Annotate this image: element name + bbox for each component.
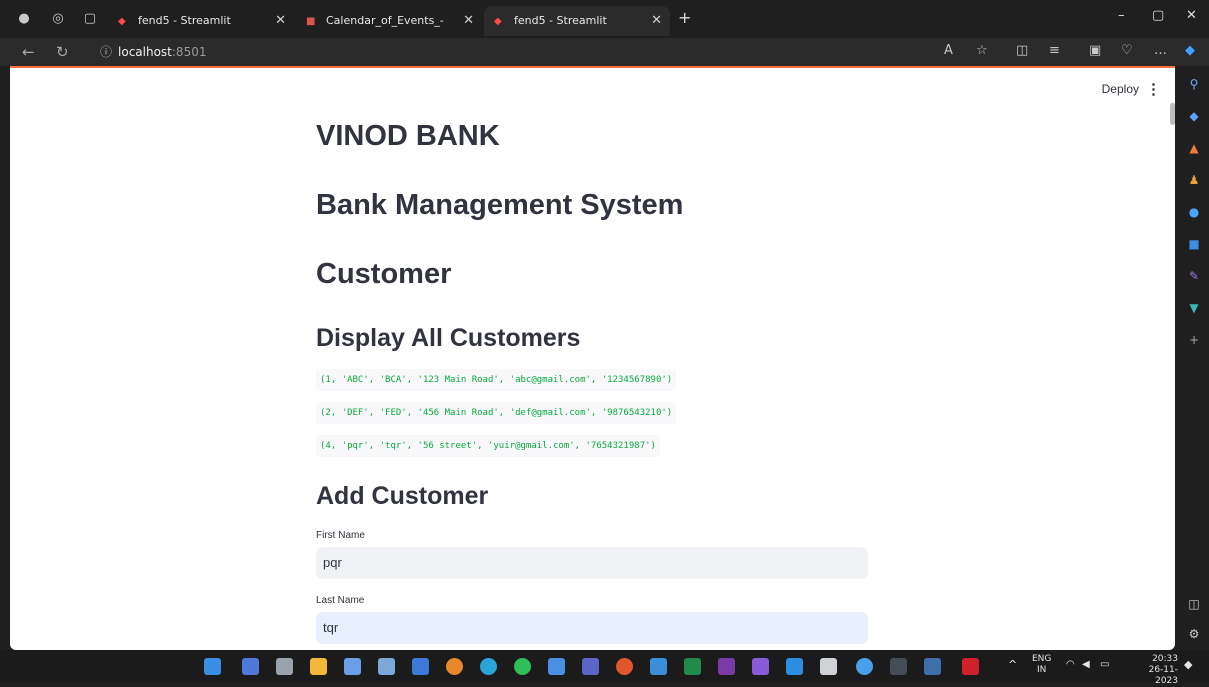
start-icon[interactable] <box>204 658 221 675</box>
games-icon[interactable]: ♟ <box>1186 172 1202 188</box>
sidebar-settings-icon[interactable]: ⚙ <box>1186 626 1202 642</box>
app-icon[interactable] <box>820 658 837 675</box>
favorite-star-icon[interactable]: ☆ <box>976 43 988 58</box>
streamlit-icon: ◆ <box>494 16 502 27</box>
app-icon[interactable] <box>344 658 361 675</box>
app-icon[interactable] <box>412 658 429 675</box>
customer-record: (2, 'DEF', 'FED', '456 Main Road', 'def@… <box>316 402 677 424</box>
close-window-icon[interactable]: ✕ <box>1186 8 1197 23</box>
app-icon[interactable] <box>276 658 293 675</box>
customer-record: (1, 'ABC', 'BCA', '123 Main Road', 'abc@… <box>316 369 677 391</box>
settings-more-icon[interactable]: … <box>1154 43 1167 58</box>
outlook-icon[interactable]: ■ <box>1186 236 1202 252</box>
browser-essentials-icon[interactable]: ♡ <box>1121 43 1133 58</box>
battery-icon[interactable]: ▭ <box>1100 659 1109 670</box>
browser-sidebar: ⚲ ◆ ▲ ♟ ● ■ ✎ ▼ + ◫ ⚙ <box>1178 66 1209 650</box>
split-screen-icon[interactable]: ◫ <box>1016 43 1028 58</box>
back-icon[interactable]: ← <box>22 43 35 61</box>
volume-icon[interactable]: ◀ <box>1082 659 1090 670</box>
wifi-icon[interactable]: ◠ <box>1066 659 1075 670</box>
pdf-icon: ■ <box>306 16 316 27</box>
restore-icon[interactable]: ▢ <box>1152 8 1164 23</box>
notification-bell-icon[interactable]: ◆ <box>1184 659 1192 670</box>
minimize-icon[interactable]: – <box>1118 8 1125 23</box>
browser-tab-bar: ● ◎ ▢ ◆ fend5 - Streamlit ✕ ■ Calendar_of_… <box>0 0 1209 58</box>
tab-calendar[interactable]: ■Calendar_of_Events_-UG_Program ✕ <box>296 6 482 58</box>
whatsapp-icon[interactable] <box>514 658 531 675</box>
taskbar: ^ ENG IN ◠ ◀ ▭ 20:33 26-11-2023 ◆ <box>0 650 1209 686</box>
chrome-icon[interactable] <box>446 658 463 675</box>
drop-icon[interactable]: ▼ <box>1186 300 1202 316</box>
app-icon[interactable] <box>924 658 941 675</box>
first-name-input[interactable]: pqr <box>316 547 868 579</box>
app-icon[interactable] <box>242 658 259 675</box>
onenote-icon[interactable] <box>718 658 735 675</box>
page-scrollbar[interactable] <box>1170 103 1175 125</box>
hide-sidebar-icon[interactable]: ◫ <box>1186 596 1202 612</box>
app-icon[interactable] <box>616 658 633 675</box>
streamlit-icon: ◆ <box>118 16 126 27</box>
display-customers-heading: Display All Customers <box>316 324 581 352</box>
collections-icon[interactable]: ▣ <box>1089 43 1101 58</box>
search-icon[interactable]: ⚲ <box>1186 76 1202 92</box>
section-title: Customer <box>316 258 452 290</box>
app-icon[interactable] <box>856 658 873 675</box>
read-aloud-icon[interactable]: A <box>944 43 953 58</box>
visual-studio-icon[interactable] <box>752 658 769 675</box>
close-tab-icon[interactable]: ✕ <box>463 6 474 36</box>
copilot-icon[interactable]: ◆ <box>1185 43 1195 58</box>
tab-actions-icon[interactable]: ▢ <box>80 9 100 29</box>
streamlit-page: Deploy ⋮ VINOD BANK Bank Management Syst… <box>10 66 1175 650</box>
last-name-input[interactable]: tqr <box>316 612 868 644</box>
shopping-tag-icon[interactable]: ◆ <box>1186 108 1202 124</box>
app-icon[interactable] <box>650 658 667 675</box>
more-vertical-icon[interactable]: ⋮ <box>1146 80 1161 98</box>
language-indicator[interactable]: ENG IN <box>1032 654 1051 676</box>
excel-icon[interactable] <box>684 658 701 675</box>
close-tab-icon[interactable]: ✕ <box>275 6 286 36</box>
add-customer-heading: Add Customer <box>316 482 489 510</box>
netflix-icon[interactable] <box>962 658 979 675</box>
close-tab-icon[interactable]: ✕ <box>651 6 662 36</box>
workspaces-icon[interactable]: ◎ <box>48 9 68 29</box>
address-bar[interactable]: ⓘ localhost:8501 <box>90 41 930 63</box>
customer-record: (4, 'pqr', 'tqr', '56 street', 'yuir@gma… <box>316 435 660 457</box>
tab-fend5-2[interactable]: ◆ fend5 - Streamlit ✕ <box>484 6 670 36</box>
add-sidebar-app-icon[interactable]: + <box>1186 332 1202 348</box>
designer-icon[interactable]: ✎ <box>1186 268 1202 284</box>
copilot-sidebar-icon[interactable]: ● <box>1186 204 1202 220</box>
edge-icon[interactable] <box>480 658 497 675</box>
app-icon[interactable] <box>378 658 395 675</box>
deploy-button[interactable]: Deploy <box>1102 82 1139 96</box>
favorites-icon[interactable]: ≡ <box>1049 43 1060 58</box>
app-title: VINOD BANK <box>316 120 500 152</box>
first-name-label: First Name <box>316 530 365 541</box>
site-info-icon[interactable]: ⓘ <box>100 45 112 59</box>
last-name-label: Last Name <box>316 595 365 606</box>
terminal-icon[interactable] <box>890 658 907 675</box>
profile-icon[interactable]: ● <box>14 9 34 29</box>
refresh-icon[interactable]: ↻ <box>56 43 69 61</box>
tools-icon[interactable]: ▲ <box>1186 140 1202 156</box>
app-subtitle: Bank Management System <box>316 189 684 221</box>
file-explorer-icon[interactable] <box>310 658 327 675</box>
clock[interactable]: 20:33 26-11-2023 <box>1126 654 1178 687</box>
vscode-icon[interactable] <box>786 658 803 675</box>
tab-fend5-1[interactable]: ◆ fend5 - Streamlit ✕ <box>108 6 294 36</box>
show-hidden-icons-icon[interactable]: ^ <box>1008 659 1017 670</box>
teams-icon[interactable] <box>582 658 599 675</box>
address-bar-row: ← ↻ ⓘ localhost:8501 A ☆ ◫ ≡ ▣ ♡ … ◆ <box>0 38 1209 66</box>
new-tab-icon[interactable]: + <box>678 9 691 27</box>
mail-icon[interactable] <box>548 658 565 675</box>
